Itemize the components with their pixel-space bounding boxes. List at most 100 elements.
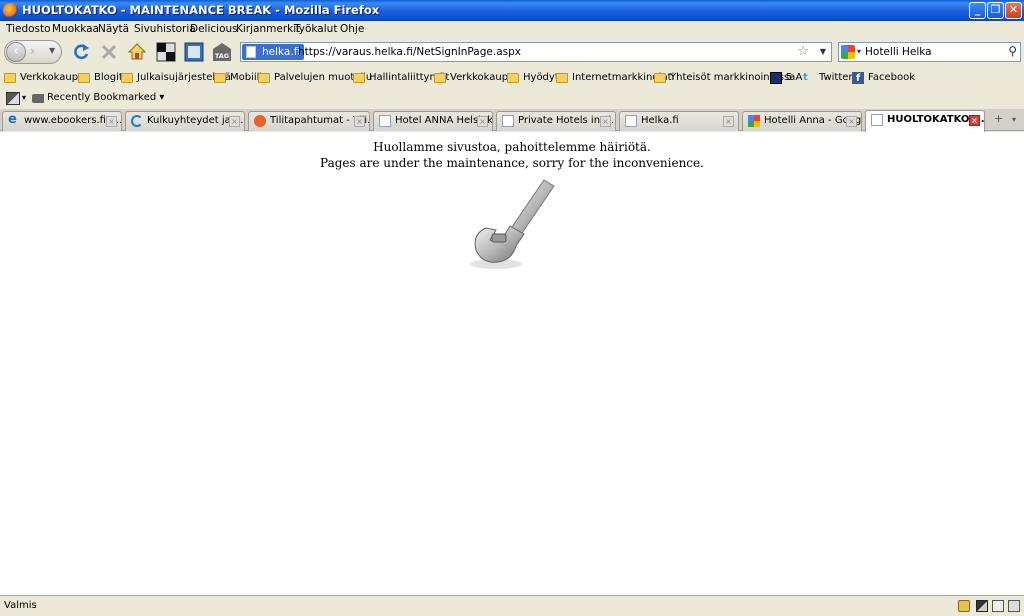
lock-icon[interactable] [958, 600, 970, 612]
status-text: Valmis [4, 600, 37, 611]
page-content: Huollamme sivustoa, pahoittelemme häiriö… [0, 132, 1024, 595]
search-engine-dropdown-icon[interactable]: ▾ [857, 47, 861, 56]
home-icon[interactable] [126, 41, 148, 63]
menu-kirjanmerkit[interactable]: Kirjanmerkit [236, 23, 300, 35]
delicious-status-icon[interactable] [976, 600, 988, 612]
bookmark-facebook[interactable]: f Facebook [852, 71, 915, 86]
zoom-icon[interactable] [1008, 600, 1020, 612]
page-icon [246, 46, 256, 58]
bookmark-label: Facebook [868, 72, 915, 83]
bookmark-folder[interactable]: Blogit [78, 71, 123, 86]
page-icon [871, 114, 883, 126]
bookmark-label: Blogit [94, 72, 123, 83]
page-icon [379, 115, 391, 127]
back-button[interactable]: ‹ [6, 42, 26, 62]
bookmarks-toolbar: Verkkokauppa Blogit Julkaisujärjestelmä … [0, 68, 1024, 88]
bookmark-5a[interactable]: 5 A [770, 71, 802, 86]
site-identity-button[interactable]: helka.fi [242, 44, 305, 60]
firefox-window: HUOLTOKATKO - MAINTENANCE BREAK - Mozill… [0, 0, 1024, 616]
close-tab-icon[interactable]: × [354, 116, 365, 127]
twitter-icon: t [803, 72, 808, 83]
maintenance-message-en: Pages are under the maintenance, sorry f… [320, 156, 704, 170]
minimize-button[interactable]: _ [969, 2, 986, 19]
bookmark-label: Twitter [819, 72, 853, 83]
tab[interactable]: e www.ebookers.fi - ... × [2, 111, 122, 131]
menu-ohje[interactable]: Ohje [340, 23, 364, 35]
tab-strip: e www.ebookers.fi - ... × Kulkuyhteydet … [0, 109, 1024, 132]
navigation-toolbar: ‹ › ▼ TAG helka.fi https://varaus.helka. [0, 38, 1024, 68]
delicious-icon[interactable] [6, 92, 20, 105]
reload-icon[interactable] [70, 41, 92, 63]
menu-delicious[interactable]: Delicious [190, 23, 238, 35]
google-icon[interactable] [841, 45, 855, 59]
ie-icon: e [8, 112, 17, 127]
address-bar[interactable]: helka.fi https://varaus.helka.fi/NetSign… [240, 42, 832, 62]
recently-bookmarked-button[interactable]: Recently Bookmarked ▾ [32, 92, 164, 103]
tab[interactable]: Hotel ANNA Helsinki × [373, 111, 493, 131]
search-input[interactable]: Hotelli Helka [865, 46, 932, 58]
url-dropdown-icon[interactable]: ▼ [820, 47, 826, 56]
page-icon [502, 115, 514, 127]
folder-icon [121, 73, 133, 83]
new-tab-icon[interactable]: + [994, 112, 1003, 125]
close-tab-icon[interactable]: × [477, 116, 488, 127]
maintenance-message-fi: Huollamme sivustoa, pahoittelemme häiriö… [373, 140, 651, 154]
tab-active[interactable]: HUOLTOKATKO -... × [865, 110, 985, 132]
close-tab-icon[interactable]: × [600, 116, 611, 127]
bookmark-page-icon[interactable] [155, 41, 177, 63]
bookmark-folder[interactable]: Mobiili [214, 71, 262, 86]
bookmark-label: Hyödyt [523, 72, 559, 83]
star-bookmark-icon[interactable]: ☆ [797, 44, 809, 59]
folder-icon [214, 73, 226, 83]
close-tab-icon[interactable]: × [106, 116, 117, 127]
delicious-dropdown-icon[interactable]: ▾ [22, 93, 26, 102]
folder-icon [4, 73, 16, 83]
menu-nayta[interactable]: Näytä [98, 23, 129, 35]
bookmark-label: 5 A [786, 72, 803, 83]
close-tab-icon[interactable]: × [846, 116, 857, 127]
folder-icon [507, 73, 519, 83]
bookmark-folder[interactable]: Hyödyt [507, 71, 559, 86]
site-identity-label: helka.fi [262, 46, 301, 58]
bookmark-folder[interactable]: Verkkokaupat [434, 71, 518, 86]
page-icon [625, 115, 637, 127]
history-dropdown-icon[interactable]: ▼ [49, 46, 55, 55]
search-box[interactable]: ▾ Hotelli Helka ⚲ [838, 42, 1021, 62]
tag-icon[interactable]: TAG [211, 41, 233, 63]
forward-button[interactable]: › [30, 44, 35, 58]
stop-icon[interactable] [98, 41, 120, 63]
restore-button[interactable]: ❐ [987, 2, 1004, 19]
folder-icon [258, 73, 270, 83]
tab[interactable]: Private Hotels in Fi... × [496, 111, 616, 131]
url-text[interactable]: https://varaus.helka.fi/NetSignInPage.as… [298, 46, 521, 58]
menu-tiedosto[interactable]: Tiedosto [6, 23, 51, 35]
menu-sivuhistoria[interactable]: Sivuhistoria [134, 23, 196, 35]
bookmark-twitter[interactable]: t Twitter [803, 71, 853, 86]
resize-icon[interactable] [992, 600, 1004, 612]
folder-icon [556, 73, 568, 83]
close-tab-icon[interactable]: × [723, 116, 734, 127]
tab[interactable]: Hotelli Anna - Goog... × [742, 111, 862, 131]
folder-icon [434, 73, 446, 83]
recently-bookmarked-label: Recently Bookmarked [47, 92, 157, 103]
swirl-icon [131, 115, 143, 127]
tab-list-icon[interactable]: ▾ [1012, 115, 1016, 124]
folder-icon [78, 73, 90, 83]
tab[interactable]: Kulkuyhteydet ja p... × [125, 111, 245, 131]
search-icon[interactable]: ⚲ [1008, 44, 1017, 58]
orange-icon [254, 115, 266, 127]
tab[interactable]: Helka.fi × [619, 111, 739, 131]
close-tab-icon[interactable]: × [229, 116, 240, 127]
folder-icon [353, 73, 365, 83]
tab[interactable]: Tilitapahtumat - Tili... × [248, 111, 370, 131]
tag-label: TAG [215, 52, 229, 60]
menu-tyokalut[interactable]: Työkalut [294, 23, 337, 35]
title-bar[interactable]: HUOLTOKATKO - MAINTENANCE BREAK - Mozill… [0, 0, 1024, 21]
page-info-icon[interactable] [183, 41, 205, 63]
back-forward-group: ‹ › ▼ [4, 40, 62, 64]
close-button[interactable]: ✕ [1005, 2, 1022, 19]
menu-bar: Tiedosto Muokkaa Näytä Sivuhistoria Deli… [0, 21, 1024, 38]
folder-icon [654, 73, 666, 83]
menu-muokkaa[interactable]: Muokkaa [52, 23, 99, 35]
close-tab-icon[interactable]: × [969, 115, 980, 126]
